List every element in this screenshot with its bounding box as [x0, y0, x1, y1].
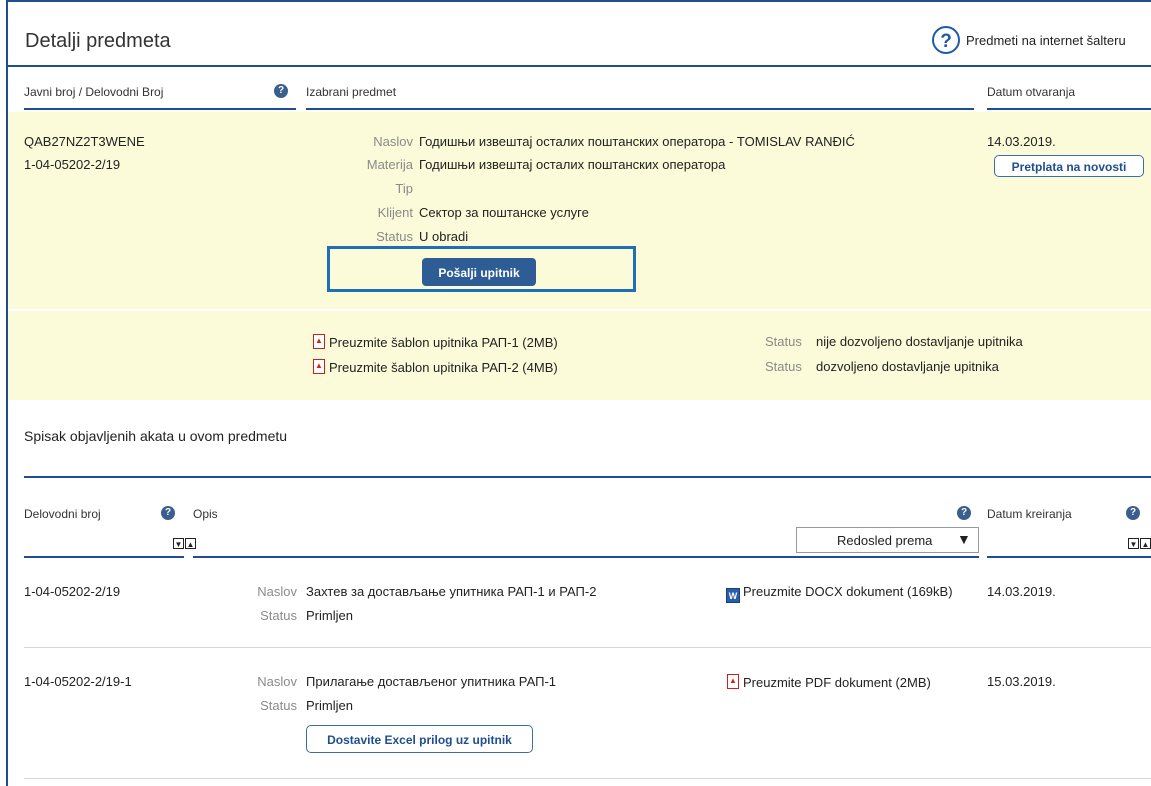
pdf-icon [312, 359, 326, 375]
act-naslov-1: Захтев за достављање упитника РАП-1 и РА… [306, 584, 597, 599]
act-number-2: 1-04-05202-2/19-1 [24, 674, 132, 689]
act-download-2-text: Preuzmite PDF dokument (2MB) [743, 675, 931, 690]
delovodni-number: 1-04-05202-2/19 [24, 157, 121, 172]
pdf-icon [312, 334, 326, 350]
act-date-2: 15.03.2019. [987, 674, 1056, 689]
help-link[interactable]: Predmeti na internet šalteru [966, 33, 1126, 48]
sort-descending-icon[interactable]: ▼ [173, 538, 184, 549]
template-status-value-1: nije dozvoljeno dostavljanje upitnika [816, 334, 1023, 349]
col-datum-header: Datum kreiranja [987, 507, 1072, 521]
sort-controls-datum: ▼ ▲ [1128, 535, 1151, 550]
field-label-tip: Tip [395, 181, 413, 196]
sort-descending-icon[interactable]: ▼ [1128, 538, 1139, 549]
help-icon-public-number[interactable]: ? [274, 84, 288, 98]
act-number-1: 1-04-05202-2/19 [24, 584, 121, 599]
template-link-rap1[interactable]: Preuzmite šablon upitnika РАП-1 (2MB) [312, 334, 558, 350]
acts-col-rule-1 [24, 556, 184, 558]
act-naslov-2: Прилагање достављеног упитника РАП-1 [306, 674, 557, 689]
help-icon-datum[interactable]: ? [1126, 506, 1140, 520]
field-value-status: U obradi [419, 229, 469, 244]
acts-col-rule-3 [987, 556, 1151, 558]
help-icon-delovodni[interactable]: ? [161, 506, 175, 520]
act-status-2: Primljen [306, 698, 353, 713]
act-status-label-1: Status [260, 608, 297, 623]
help-icon-opis[interactable]: ? [957, 506, 971, 520]
page-title: Detalji predmeta [25, 30, 171, 52]
col-opis-header: Opis [193, 507, 218, 521]
public-number: QAB27NZ2T3WENE [24, 134, 145, 149]
field-label-materija: Materija [366, 157, 413, 172]
row-separator-1 [24, 647, 1151, 648]
col-rule-3 [987, 108, 1151, 110]
act-download-1-text: Preuzmite DOCX dokument (169kB) [743, 584, 953, 599]
sort-order-dropdown[interactable]: Redosled prema ▼ [796, 527, 979, 553]
template-status-label-1: Status [765, 334, 802, 349]
act-date-1: 14.03.2019. [987, 584, 1056, 599]
subscribe-button[interactable]: Pretplata na novosti [994, 155, 1144, 177]
dropdown-arrow-icon: ▼ [957, 531, 971, 547]
acts-section-title: Spisak objavljenih akata u ovom predmetu [24, 428, 288, 444]
col-rule-1 [24, 108, 296, 110]
header-divider [8, 65, 1151, 67]
acts-col-rule-2 [193, 556, 979, 558]
act-status-label-2: Status [260, 698, 297, 713]
submit-excel-attachment-button[interactable]: Dostavite Excel prilog uz upitnik [306, 725, 533, 753]
sort-ascending-icon[interactable]: ▲ [1140, 538, 1151, 549]
row-separator-2 [24, 778, 1151, 779]
frame-top-border [6, 0, 1151, 2]
act-naslov-label-1: Naslov [257, 584, 297, 599]
field-label-klijent: Klijent [377, 205, 413, 220]
template-link-rap1-text: Preuzmite šablon upitnika РАП-1 (2MB) [329, 335, 558, 350]
field-label-status: Status [376, 229, 413, 244]
sort-controls-delovodni: ▼ ▲ [173, 535, 197, 550]
act-download-1[interactable]: W Preuzmite DOCX dokument (169kB) [726, 584, 953, 603]
acts-section-divider [24, 476, 1151, 478]
field-value-naslov: Годишњи извештај осталих поштанских опер… [419, 134, 855, 149]
act-status-1: Primljen [306, 608, 353, 623]
col-rule-2 [306, 108, 974, 110]
act-naslov-label-2: Naslov [257, 674, 297, 689]
sort-order-label: Redosled prema [837, 533, 933, 548]
sort-ascending-icon[interactable]: ▲ [185, 538, 196, 549]
template-status-label-2: Status [765, 359, 802, 374]
template-link-rap2[interactable]: Preuzmite šablon upitnika РАП-2 (4MB) [312, 359, 558, 375]
field-label-naslov: Naslov [373, 134, 413, 149]
help-icon[interactable]: ? [932, 26, 960, 54]
act-download-2[interactable]: Preuzmite PDF dokument (2MB) [726, 674, 931, 690]
pdf-icon [726, 674, 740, 690]
col-selected-case-header: Izabrani predmet [306, 85, 397, 99]
col-open-date-header: Datum otvaranja [987, 85, 1076, 99]
field-value-materija: Годишњи извештај осталих поштанских опер… [419, 157, 726, 172]
col-public-number-header: Javni broj / Delovodni Broj [24, 85, 164, 99]
docx-icon: W [726, 588, 740, 603]
send-questionnaire-button[interactable]: Pošalji upitnik [422, 258, 536, 286]
col-delovodni-header: Delovodni broj [24, 507, 101, 521]
field-value-klijent: Сектор за поштанске услуге [419, 205, 589, 220]
templates-panel [8, 311, 1151, 400]
template-link-rap2-text: Preuzmite šablon upitnika РАП-2 (4MB) [329, 360, 558, 375]
template-status-value-2: dozvoljeno dostavljanje upitnika [816, 359, 999, 374]
open-date: 14.03.2019. [987, 134, 1056, 149]
